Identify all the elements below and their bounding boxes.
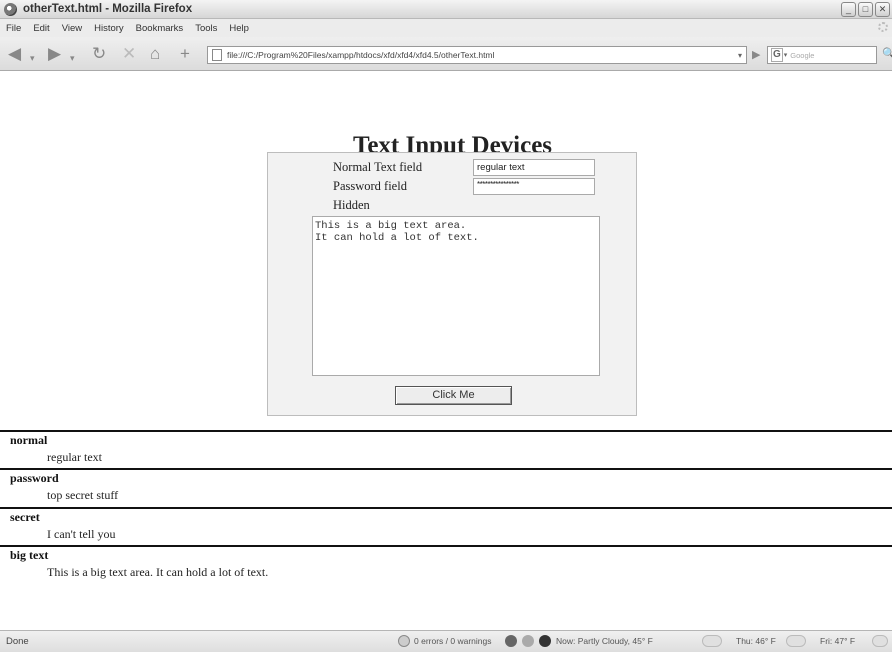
back-icon[interactable]: ◀ [8, 45, 21, 62]
firefox-icon [4, 2, 17, 16]
normal-text-field[interactable]: regular text [473, 159, 595, 176]
menu-bookmarks[interactable]: Bookmarks [136, 23, 184, 34]
page-icon [212, 49, 222, 61]
status-bar: Done 0 errors / 0 warnings Now: Partly C… [0, 630, 892, 652]
result-password: password top secret stuff [0, 468, 892, 503]
go-icon[interactable]: ▶ [752, 48, 760, 61]
divider [0, 430, 892, 432]
forward-icon[interactable]: ▶ [48, 45, 61, 62]
menu-help[interactable]: Help [229, 23, 249, 34]
result-value: top secret stuff [47, 488, 119, 502]
reload-icon[interactable]: ↻ [92, 45, 106, 62]
search-engine-icon[interactable]: G [771, 48, 783, 62]
divider [0, 468, 892, 470]
home-icon[interactable]: ⌂ [150, 45, 160, 62]
stop-icon[interactable]: ✕ [122, 45, 136, 62]
weather-now[interactable]: Now: Partly Cloudy, 45° F [556, 636, 653, 646]
error-count[interactable]: 0 errors / 0 warnings [414, 636, 491, 646]
navigation-toolbar: ◀ ▾ ▶ ▾ ↻ ✕ ⌂ + file:///C:/Program%20Fil… [0, 37, 892, 71]
result-normal: normal regular text [0, 430, 892, 465]
new-tab-icon[interactable]: + [180, 45, 190, 62]
normal-text-label: Normal Text field [333, 160, 423, 174]
result-value: I can't tell you [47, 527, 116, 541]
menu-tools[interactable]: Tools [195, 23, 217, 34]
url-bar[interactable]: file:///C:/Program%20Files/xampp/htdocs/… [207, 46, 747, 64]
window-controls: _ □ ✕ [841, 2, 890, 17]
url-text[interactable]: file:///C:/Program%20Files/xampp/htdocs/… [227, 50, 738, 60]
error-console-icon[interactable] [398, 635, 410, 647]
result-secret: secret I can't tell you [0, 507, 892, 542]
result-value: regular text [47, 450, 102, 464]
addon-icon[interactable] [539, 635, 551, 647]
cloud-icon [872, 635, 888, 647]
forward-dropdown-icon[interactable]: ▾ [70, 50, 75, 67]
result-label: password [10, 471, 59, 485]
divider [0, 545, 892, 547]
password-label: Password field [333, 179, 407, 193]
menu-edit[interactable]: Edit [33, 23, 49, 34]
click-me-button[interactable]: Click Me [395, 386, 512, 405]
back-dropdown-icon[interactable]: ▾ [30, 50, 35, 67]
settings-icon[interactable] [522, 635, 534, 647]
result-label: big text [10, 548, 49, 562]
weather-fri[interactable]: Fri: 47° F [820, 636, 855, 646]
throbber-icon [878, 22, 888, 32]
page-content: Text Input Devices Normal Text field reg… [0, 72, 892, 630]
status-text: Done [6, 636, 29, 647]
big-text-area[interactable]: This is a big text area. It can hold a l… [312, 216, 600, 376]
search-input[interactable]: Google [790, 51, 814, 60]
close-button[interactable]: ✕ [875, 2, 890, 17]
hidden-label: Hidden [333, 198, 370, 212]
result-value: This is a big text area. It can hold a l… [47, 565, 269, 579]
weather-thu[interactable]: Thu: 46° F [736, 636, 776, 646]
search-box[interactable]: G ▾ Google [767, 46, 877, 64]
menu-view[interactable]: View [62, 23, 82, 34]
result-big-text: big text This is a big text area. It can… [0, 545, 892, 580]
cloud-icon [786, 635, 806, 647]
divider [0, 507, 892, 509]
window-titlebar: otherText.html - Mozilla Firefox _ □ ✕ [0, 0, 892, 19]
text-input-form: Normal Text field regular text Password … [267, 152, 637, 416]
menu-file[interactable]: File [6, 23, 21, 34]
check-icon[interactable] [505, 635, 517, 647]
minimize-button[interactable]: _ [841, 2, 856, 17]
menu-bar: File Edit View History Bookmarks Tools H… [0, 19, 892, 37]
maximize-button[interactable]: □ [858, 2, 873, 17]
result-label: normal [10, 433, 48, 447]
search-engine-dropdown-icon[interactable]: ▾ [784, 51, 788, 59]
cloud-icon [702, 635, 722, 647]
search-icon[interactable]: 🔍 [882, 47, 892, 60]
url-dropdown-icon[interactable]: ▾ [738, 51, 742, 60]
window-title: otherText.html - Mozilla Firefox [23, 3, 193, 15]
result-label: secret [10, 510, 40, 524]
password-field[interactable]: **************** [473, 178, 595, 195]
menu-history[interactable]: History [94, 23, 124, 34]
